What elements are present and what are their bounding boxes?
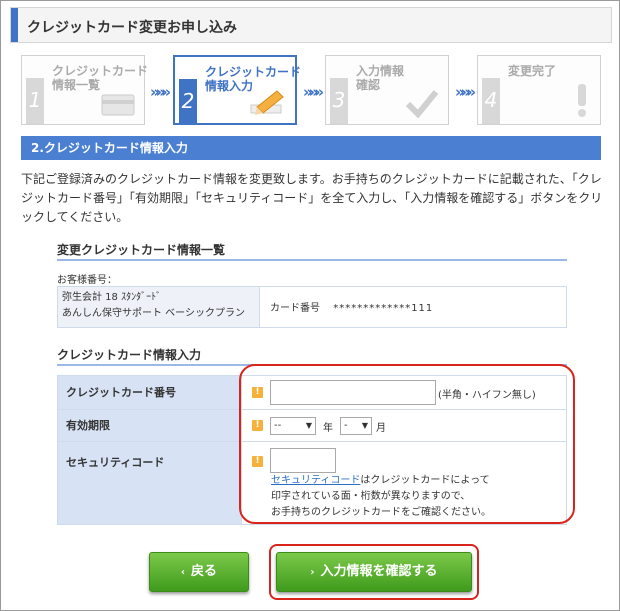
step-1-number: 1: [26, 78, 44, 124]
back-button[interactable]: ‹ 戻る: [149, 552, 249, 592]
confirm-button[interactable]: › 入力情報を確認する: [276, 552, 472, 592]
card-number-masked: *************111: [333, 303, 434, 314]
current-card-table: 弥生会計 18 ｽﾀﾝﾀﾞｰﾄﾞ あんしん保守サポート ベーシックプラン カード…: [57, 286, 567, 328]
checkmark-icon: [405, 90, 439, 118]
step-3-number: 3: [330, 78, 348, 124]
step-3: 3 入力情報 確認: [325, 55, 449, 125]
customer-number-label: お客様番号：: [57, 275, 117, 286]
card-number-display: カード番号 *************111: [270, 299, 433, 314]
chevron-right-icon: ›: [310, 567, 315, 578]
step-4: 4 変更完了: [477, 55, 601, 125]
step-arrow-2: »»»: [303, 83, 324, 101]
current-info-divider: [57, 259, 567, 261]
step-1: 1 クレジットカード 情報一覧: [21, 55, 149, 125]
product-name: 弥生会計 18 ｽﾀﾝﾀﾞｰﾄﾞ あんしん保守サポート ベーシックプラン: [58, 287, 260, 327]
step-1-label: クレジットカード 情報一覧: [52, 64, 149, 92]
card-number-field-label: クレジットカード番号: [58, 376, 242, 409]
page-title: クレジットカード変更お申し込み: [27, 20, 237, 36]
header-accent-bar: [11, 8, 18, 42]
section-title: 2.クレジットカード情報入力: [21, 136, 601, 160]
step-4-number: 4: [482, 78, 500, 124]
credit-card-icon: [101, 94, 135, 116]
step-4-label: 変更完了: [508, 64, 557, 78]
step-3-label: 入力情報 確認: [356, 64, 405, 92]
instructions-text: 下記ご登録済みのクレジットカード情報を変更致します。お手持ちのクレジットカードに…: [21, 172, 603, 224]
page-frame: クレジットカード変更お申し込み 1 クレジットカード 情報一覧 »»» 2 クレ…: [0, 0, 620, 611]
step-arrow-3: »»»: [455, 83, 476, 101]
pencil-icon: [250, 90, 284, 115]
exclamation-icon: [578, 84, 586, 117]
progress-steps: 1 クレジットカード 情報一覧 »»» 2 クレジットカード 情報入力 »»» …: [21, 55, 601, 125]
confirm-button-label: 入力情報を確認する: [320, 564, 438, 579]
chevron-left-icon: ‹: [180, 567, 186, 578]
current-info-title: 変更クレジットカード情報一覧: [57, 243, 226, 257]
card-number-label: カード番号: [270, 303, 320, 314]
page-header: クレジットカード変更お申し込み: [10, 7, 612, 43]
card-input-title: クレジットカード情報入力: [57, 348, 202, 362]
expiry-field-label: 有効期限: [58, 410, 242, 441]
back-button-label: 戻る: [191, 564, 218, 579]
input-highlight-outline: [239, 364, 575, 524]
step-2-number: 2: [179, 79, 197, 125]
security-code-field-label: セキュリティコード: [58, 442, 242, 524]
step-arrow-1: »»»: [150, 83, 171, 101]
step-2: 2 クレジットカード 情報入力: [173, 55, 301, 125]
